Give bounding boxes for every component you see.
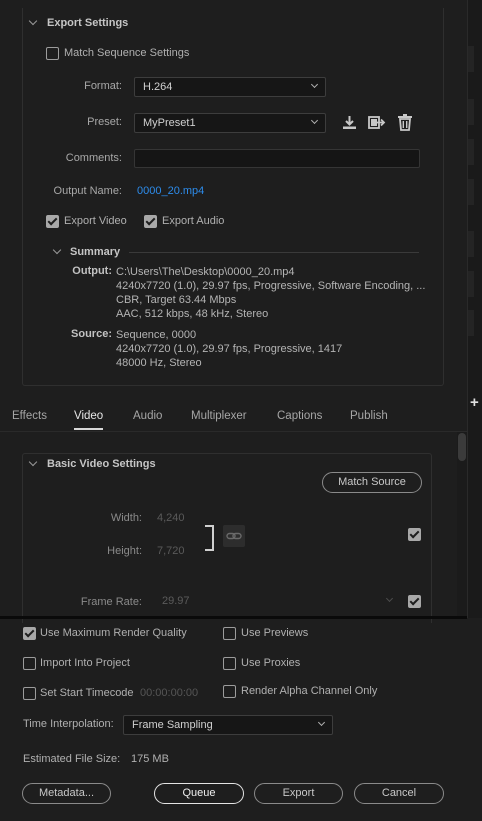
format-value: H.264: [143, 81, 173, 93]
summary-source-key: Source:: [71, 328, 112, 340]
max-render-quality-checkbox[interactable]: [23, 627, 36, 640]
chevron-down-icon: [310, 80, 319, 89]
frame-rate-label: Frame Rate:: [80, 596, 142, 608]
import-into-project-checkbox[interactable]: [23, 657, 36, 670]
tab-captions[interactable]: Captions: [277, 410, 322, 422]
panel-edge-tick: [468, 310, 474, 336]
width-label: Width:: [110, 512, 142, 524]
time-interpolation-label: Time Interpolation:: [23, 718, 114, 730]
panel-edge-tick: [468, 139, 474, 165]
time-interpolation-value: Frame Sampling: [132, 719, 213, 731]
trash-icon[interactable]: [397, 113, 413, 131]
width-value[interactable]: 4,240: [157, 512, 185, 524]
cancel-button[interactable]: Cancel: [354, 783, 444, 804]
chevron-down-icon: [310, 116, 319, 125]
export-settings-title: Export Settings: [47, 17, 129, 29]
render-alpha-checkbox[interactable]: [223, 685, 236, 698]
export-video-label: Export Video: [64, 215, 127, 227]
panel-edge-tick: [468, 99, 474, 125]
constrain-bracket: [205, 525, 214, 551]
tab-publish[interactable]: Publish: [350, 410, 388, 422]
right-panel-edge: [467, 0, 482, 618]
comments-input[interactable]: [134, 149, 420, 168]
match-sequence-checkbox[interactable]: [46, 47, 59, 60]
metadata-button[interactable]: Metadata...: [22, 783, 111, 804]
time-interpolation-dropdown[interactable]: Frame Sampling: [123, 715, 333, 735]
format-dropdown[interactable]: H.264: [134, 77, 326, 97]
tab-video[interactable]: Video: [74, 410, 103, 422]
preset-value: MyPreset1: [143, 117, 196, 129]
import-into-project-label: Import Into Project: [40, 657, 130, 669]
export-video-checkbox[interactable]: [46, 215, 59, 228]
height-value[interactable]: 7,720: [157, 545, 185, 557]
use-previews-label: Use Previews: [241, 627, 309, 639]
render-alpha-label: Render Alpha Channel Only: [241, 685, 378, 697]
export-button[interactable]: Export: [254, 783, 343, 804]
import-preset-icon[interactable]: [368, 114, 386, 131]
tab-multiplexer[interactable]: Multiplexer: [191, 410, 247, 422]
summary-output-line: 4240x7720 (1.0), 29.97 fps, Progressive,…: [116, 280, 426, 292]
panel-edge-tick: [468, 271, 474, 297]
max-render-quality-label: Use Maximum Render Quality: [40, 627, 187, 639]
size-match-checkbox[interactable]: [408, 528, 421, 541]
format-label: Format:: [84, 80, 122, 92]
export-audio-label: Export Audio: [162, 215, 225, 227]
estimated-size-value: 175 MB: [131, 753, 169, 765]
preset-label: Preset:: [87, 116, 122, 128]
use-previews-checkbox[interactable]: [223, 627, 236, 640]
output-name-label: Output Name:: [53, 185, 122, 197]
summary-output-line: AAC, 512 kbps, 48 kHz, Stereo: [116, 308, 269, 320]
chevron-down-icon: [317, 718, 326, 727]
chevron-down-icon: [385, 594, 394, 603]
frame-rate-value: 29.97: [162, 595, 190, 607]
panel-edge-tick: [468, 231, 474, 257]
summary-title: Summary: [70, 246, 121, 258]
download-icon[interactable]: [341, 114, 358, 131]
summary-source-line: 48000 Hz, Stereo: [116, 357, 202, 369]
chain-link-icon: [226, 532, 242, 540]
summary-output-line: C:\Users\The\Desktop\0000_20.mp4: [116, 266, 295, 278]
basic-video-settings-title: Basic Video Settings: [47, 458, 156, 470]
use-proxies-label: Use Proxies: [241, 657, 301, 669]
scrollbar-thumb[interactable]: [458, 433, 466, 461]
match-sequence-label: Match Sequence Settings: [64, 47, 190, 59]
start-timecode-label: Set Start Timecode: [40, 687, 134, 699]
tab-audio[interactable]: Audio: [133, 410, 162, 422]
active-tab-indicator: [74, 428, 103, 430]
summary-source-line: 4240x7720 (1.0), 29.97 fps, Progressive,…: [116, 343, 343, 355]
comments-label: Comments:: [65, 152, 122, 164]
link-icon[interactable]: [223, 525, 245, 547]
tab-effects[interactable]: Effects: [12, 410, 47, 422]
use-proxies-checkbox[interactable]: [223, 657, 236, 670]
estimated-size-label: Estimated File Size:: [23, 753, 121, 765]
queue-button[interactable]: Queue: [154, 783, 244, 804]
summary-source-line: Sequence, 0000: [116, 329, 197, 341]
match-source-button[interactable]: Match Source: [322, 472, 422, 493]
start-timecode-checkbox[interactable]: [23, 687, 36, 700]
panel-edge-tick: [468, 179, 474, 205]
height-label: Height:: [107, 545, 142, 557]
frame-rate-match-checkbox[interactable]: [408, 595, 421, 608]
export-audio-checkbox[interactable]: [144, 215, 157, 228]
summary-divider: [129, 252, 419, 253]
output-name-link[interactable]: 0000_20.mp4: [137, 185, 204, 197]
start-timecode-value[interactable]: 00:00:00:00: [140, 687, 198, 699]
panel-separator: [0, 616, 467, 619]
summary-output-line: CBR, Target 63.44 Mbps: [116, 294, 237, 306]
preset-dropdown[interactable]: MyPreset1: [134, 113, 326, 133]
resize-cross-icon[interactable]: +: [470, 395, 482, 410]
panel-edge-tick: [468, 46, 474, 72]
frame-rate-dropdown[interactable]: 29.97: [154, 592, 400, 612]
summary-output-key: Output:: [72, 265, 112, 277]
